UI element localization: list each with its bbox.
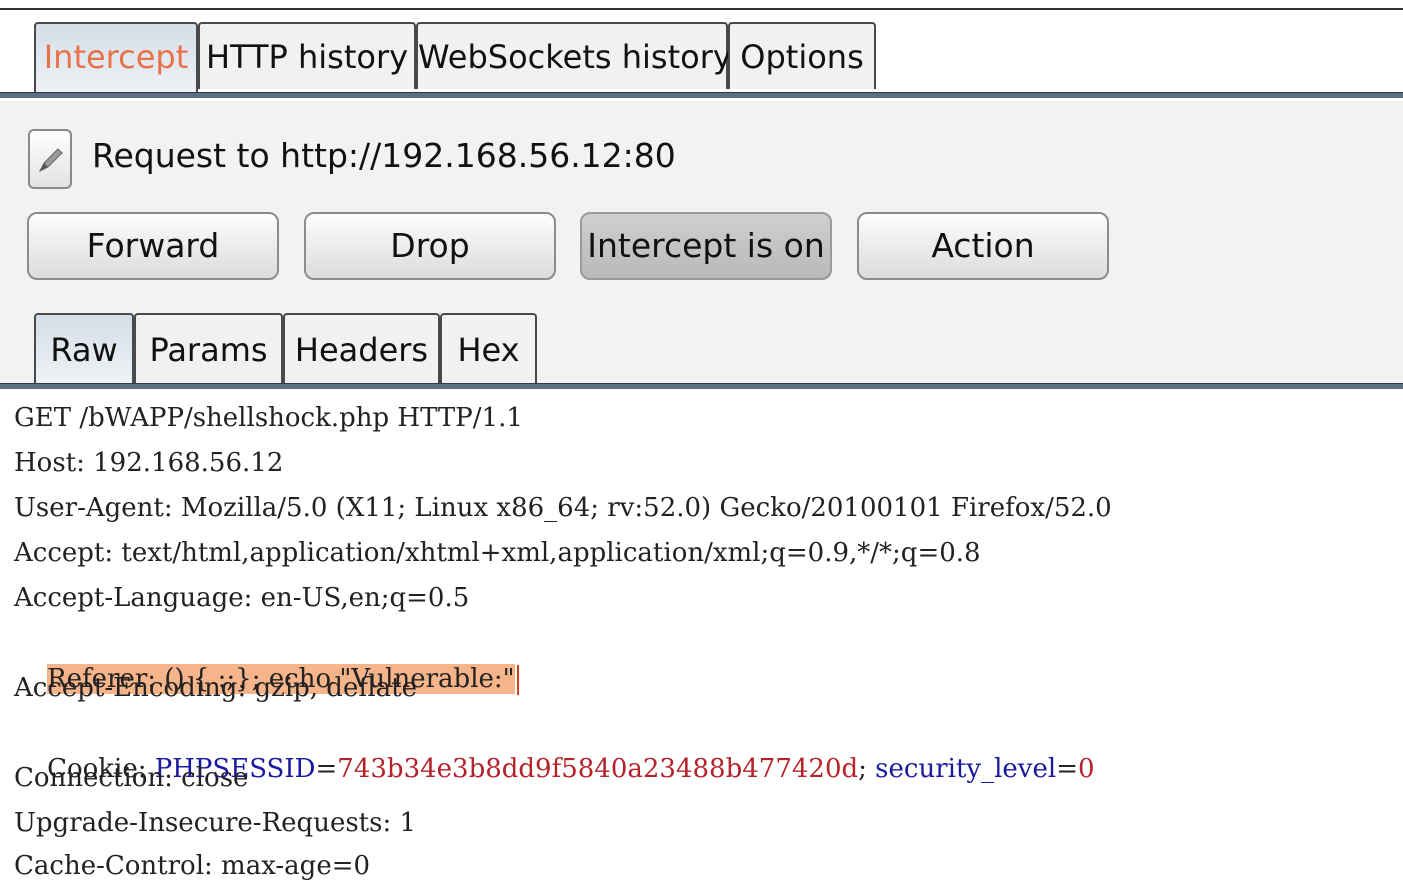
- tab-options[interactable]: Options: [728, 22, 876, 89]
- tab-websockets-history-label: WebSockets history: [418, 38, 732, 76]
- cookie-value-phpsessid: 743b34e3b8dd9f5840a23488b477420d: [337, 754, 859, 784]
- upgrade-insecure-requests-header: Upgrade-Insecure-Requests: 1: [14, 808, 417, 838]
- edit-request-button[interactable]: [28, 129, 72, 189]
- tab-http-history-label: HTTP history: [205, 38, 409, 76]
- tab-hex[interactable]: Hex: [440, 313, 537, 383]
- raw-request-editor[interactable]: GET /bWAPP/shellshock.php HTTP/1.1 Host:…: [0, 396, 1403, 881]
- tab-headers[interactable]: Headers: [283, 313, 440, 383]
- tab-intercept-label: Intercept: [43, 38, 189, 76]
- request-target-label: Request to http://192.168.56.12:80: [92, 136, 676, 175]
- referer-header-highlighted: Referer: () { :;}; echo "Vulnerable:": [14, 625, 519, 695]
- tab-http-history[interactable]: HTTP history: [198, 22, 416, 89]
- cookie-equals-2: =: [1056, 754, 1078, 784]
- action-button[interactable]: Action: [857, 212, 1109, 280]
- cookie-separator: ;: [858, 754, 876, 784]
- cookie-header: Cookie: PHPSESSID=743b34e3b8dd9f5840a234…: [14, 715, 1094, 784]
- forward-button[interactable]: Forward: [27, 212, 279, 280]
- cookie-value-security-level: 0: [1077, 754, 1095, 784]
- connection-header: Connection: close: [14, 763, 249, 793]
- cookie-equals-1: =: [315, 754, 338, 784]
- text-cursor: [516, 665, 519, 695]
- request-line: GET /bWAPP/shellshock.php HTTP/1.1: [14, 403, 523, 433]
- accept-header: Accept: text/html,application/xhtml+xml,…: [14, 538, 981, 568]
- proxy-tabs: Intercept HTTP history WebSockets histor…: [0, 22, 1403, 92]
- message-view-tabs: Raw Params Headers Hex: [0, 313, 1403, 383]
- pencil-icon: [38, 148, 63, 173]
- tab-intercept[interactable]: Intercept: [34, 22, 198, 92]
- top-tabs-divider: [0, 92, 1403, 98]
- cookie-name-security-level: security_level: [875, 754, 1057, 784]
- user-agent-header: User-Agent: Mozilla/5.0 (X11; Linux x86_…: [14, 493, 1112, 523]
- host-header: Host: 192.168.56.12: [14, 448, 284, 478]
- tab-params[interactable]: Params: [134, 313, 283, 383]
- sub-tabs-divider: [0, 383, 1403, 389]
- tab-raw[interactable]: Raw: [34, 313, 134, 383]
- top-border: [0, 8, 1403, 10]
- accept-language-header: Accept-Language: en-US,en;q=0.5: [14, 583, 470, 613]
- tab-options-label: Options: [740, 38, 864, 76]
- accept-encoding-header: Accept-Encoding: gzip, deflate: [14, 673, 418, 703]
- intercept-toggle-button[interactable]: Intercept is on: [580, 212, 832, 280]
- drop-button[interactable]: Drop: [304, 212, 556, 280]
- tab-websockets-history[interactable]: WebSockets history: [416, 22, 732, 89]
